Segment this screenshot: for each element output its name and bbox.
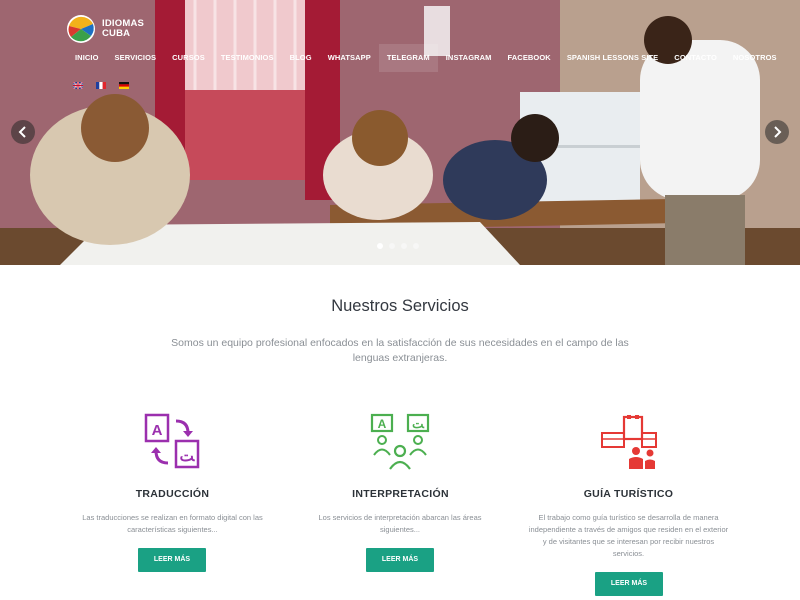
service-title: GUÍA TURÍSTICO [583, 488, 674, 500]
service-title: TRADUCCIÓN [135, 488, 210, 500]
nav-item-inicio[interactable]: INICIO [67, 44, 107, 72]
svg-text:ﺖ: ﺖ [412, 417, 425, 431]
svg-text:A: A [152, 422, 163, 439]
nav-item-testimonios[interactable]: TESTIMONIOS [213, 44, 282, 72]
service-description: Las traducciones se realizan en formato … [82, 513, 263, 534]
brand-name: IDIOMAS CUBA [102, 17, 148, 40]
german-flag-icon[interactable] [119, 82, 129, 89]
translation-icon: A ﺖ [144, 413, 200, 469]
french-flag-icon[interactable] [96, 82, 106, 89]
slider-next-button[interactable] [765, 120, 789, 144]
main-navigation: INICIO SERVICIOS CURSOS TESTIMONIOS BLOG… [67, 44, 785, 72]
nav-item-spanish-lessons-site[interactable]: SPANISH LESSONS SITE [559, 44, 666, 72]
nav-item-whatsapp[interactable]: WHATSAPP [320, 44, 379, 72]
logo-globe-icon [67, 15, 95, 43]
english-flag-icon[interactable] [73, 82, 83, 89]
interpretation-icon: A ﺖ [370, 413, 430, 470]
slider-dot[interactable] [377, 243, 383, 249]
language-switcher [73, 82, 129, 89]
nav-item-instagram[interactable]: INSTAGRAM [438, 44, 500, 72]
nav-item-servicios[interactable]: SERVICIOS [107, 44, 165, 72]
svg-text:A: A [378, 417, 387, 431]
slider-prev-button[interactable] [11, 120, 35, 144]
nav-item-nosotros[interactable]: NOSOTROS [725, 44, 785, 72]
section-subtitle: Somos un equipo profesional enfocados en… [171, 337, 629, 364]
slider-dot[interactable] [413, 243, 419, 249]
brand-logo[interactable]: IDIOMAS CUBA [66, 14, 148, 44]
hero-slider: IDIOMAS CUBA INICIO SERVICIOS CURSOS TES… [0, 0, 800, 265]
service-title: INTERPRETACIÓN [352, 488, 449, 500]
leer-mas-button[interactable]: LEER MÁS [366, 548, 434, 572]
nav-item-telegram[interactable]: TELEGRAM [378, 44, 438, 72]
section-title: Nuestros Servicios [331, 297, 469, 315]
service-description: El trabajo como guía turístico se desarr… [528, 513, 729, 558]
slider-dot[interactable] [389, 243, 395, 249]
service-description: Los servicios de interpretación abarcan … [318, 513, 482, 534]
nav-item-blog[interactable]: BLOG [282, 44, 320, 72]
nav-item-contacto[interactable]: CONTACTO [666, 44, 725, 72]
leer-mas-button[interactable]: LEER MÁS [595, 572, 663, 596]
nav-item-cursos[interactable]: CURSOS [164, 44, 213, 72]
nav-item-facebook[interactable]: FACEBOOK [500, 44, 559, 72]
leer-mas-button[interactable]: LEER MÁS [138, 548, 206, 572]
svg-text:ﺖ: ﺖ [180, 448, 196, 465]
chevron-right-icon [774, 126, 782, 138]
chevron-left-icon [18, 126, 26, 138]
slider-dot[interactable] [401, 243, 407, 249]
brand-name-line1: IDIOMAS [102, 17, 145, 29]
brand-name-line2: CUBA [102, 28, 131, 39]
tour-guide-icon [601, 415, 657, 469]
slider-dots [377, 243, 419, 249]
